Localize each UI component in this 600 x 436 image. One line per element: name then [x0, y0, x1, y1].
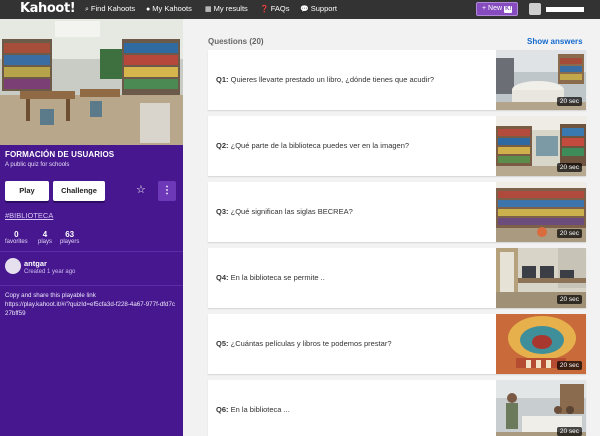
- kahoot-logo[interactable]: Kahoot!: [20, 1, 76, 16]
- kahoot-k-icon: K!: [504, 6, 513, 13]
- nav-my-results[interactable]: ▦ My results: [205, 4, 248, 13]
- question-number: Q2:: [216, 141, 229, 150]
- quiz-title: FORMACIÓN DE USUARIOS: [5, 150, 115, 159]
- question-card[interactable]: Q2: ¿Qué parte de la biblioteca puedes v…: [208, 116, 586, 176]
- nav-support[interactable]: 💬 Support: [300, 4, 337, 13]
- question-text: Q5: ¿Cuántas películas y libros te podem…: [216, 339, 392, 348]
- nav-my-kahoots[interactable]: ● My Kahoots: [146, 4, 192, 13]
- stat-players: 63 players: [60, 230, 79, 245]
- divider: [0, 285, 183, 286]
- question-image: 20 sec: [496, 182, 586, 242]
- question-number: Q3:: [216, 207, 229, 216]
- username-redacted[interactable]: [546, 7, 584, 12]
- nav-faqs-label: FAQs: [270, 4, 290, 13]
- show-answers-button[interactable]: Show answers: [527, 37, 583, 46]
- new-kahoot-button[interactable]: + New K!: [476, 2, 518, 16]
- question-time: 20 sec: [556, 427, 582, 436]
- stat-plays-value: 4: [42, 230, 48, 239]
- user-avatar[interactable]: [529, 3, 541, 15]
- question-card[interactable]: Q3: ¿Qué significan las siglas BECREA? 2…: [208, 182, 586, 242]
- share-label: Copy and share this playable link: [5, 292, 96, 299]
- top-navbar: Kahoot! ⌕ Find Kahoots ● My Kahoots ▦ My re…: [0, 0, 600, 19]
- question-time: 20 sec: [556, 361, 582, 370]
- question-label: En la biblioteca ...: [230, 405, 290, 414]
- questions-count-label: Questions (20): [208, 37, 264, 46]
- chart-icon: ▦: [205, 6, 212, 13]
- divider: [0, 251, 183, 252]
- question-card[interactable]: Q4: En la biblioteca se permite .. 20 se…: [208, 248, 586, 308]
- question-label: ¿Qué parte de la biblioteca puedes ver e…: [230, 141, 410, 150]
- question-label: ¿Qué significan las siglas BECREA?: [230, 207, 353, 216]
- question-icon: ❓: [260, 6, 269, 13]
- stat-plays-label: plays: [38, 239, 53, 245]
- question-text: Q6: En la biblioteca ...: [216, 405, 290, 414]
- cover-image: [0, 19, 183, 145]
- question-label: ¿Cuántas películas y libros te podemos p…: [230, 339, 392, 348]
- tag-link[interactable]: #BIBLIOTECA: [5, 211, 53, 220]
- stat-players-value: 63: [65, 230, 75, 239]
- quiz-subtitle: A public quiz for schools: [5, 162, 70, 168]
- new-button-label: New: [488, 5, 503, 12]
- favorite-star-icon[interactable]: ☆: [136, 183, 146, 196]
- stat-players-label: players: [60, 239, 80, 245]
- question-number: Q5:: [216, 339, 229, 348]
- more-options-button[interactable]: ⋮: [158, 181, 176, 201]
- question-card[interactable]: Q1: Quieres llevarte prestado un libro, …: [208, 50, 586, 110]
- question-image: 20 sec: [496, 116, 586, 176]
- author-avatar[interactable]: [5, 258, 21, 274]
- question-label: Quieres llevarte prestado un libro, ¿dón…: [230, 75, 435, 84]
- question-card[interactable]: Q6: En la biblioteca ... 20 sec: [208, 380, 586, 436]
- share-link[interactable]: https://play.kahoot.it/#/?quizId=ef5cfa3…: [5, 301, 175, 318]
- question-time: 20 sec: [556, 229, 582, 238]
- question-image: 20 sec: [496, 380, 586, 436]
- question-time: 20 sec: [556, 295, 582, 304]
- question-time: 20 sec: [556, 163, 582, 172]
- nav-my-kahoots-label: My Kahoots: [152, 4, 192, 13]
- play-button[interactable]: Play: [5, 181, 49, 201]
- nav-support-label: Support: [310, 4, 337, 13]
- nav-my-results-label: My results: [213, 4, 248, 13]
- question-number: Q4:: [216, 273, 229, 282]
- question-number: Q1:: [216, 75, 229, 84]
- question-text: Q3: ¿Qué significan las siglas BECREA?: [216, 207, 353, 216]
- nav-find-kahoots[interactable]: ⌕ Find Kahoots: [85, 4, 135, 14]
- question-time: 20 sec: [556, 97, 582, 106]
- nav-faqs[interactable]: ❓ FAQs: [260, 4, 289, 13]
- question-card[interactable]: Q5: ¿Cuántas películas y libros te podem…: [208, 314, 586, 374]
- chat-icon: 💬: [300, 6, 309, 13]
- stat-favorites-value: 0: [14, 230, 19, 239]
- question-text: Q2: ¿Qué parte de la biblioteca puedes v…: [216, 141, 409, 150]
- question-image: 20 sec: [496, 248, 586, 308]
- question-image: 20 sec: [496, 50, 586, 110]
- question-label: En la biblioteca se permite ..: [230, 273, 325, 282]
- stat-favorites-label: favorites: [5, 239, 28, 245]
- quiz-sidebar: FORMACIÓN DE USUARIOS A public quiz for …: [0, 19, 183, 436]
- author-created: Created 1 year ago: [24, 269, 76, 275]
- question-image: 20 sec: [496, 314, 586, 374]
- search-icon: ⌕: [85, 6, 89, 13]
- author-name[interactable]: antgar: [24, 259, 47, 268]
- question-text: Q4: En la biblioteca se permite ..: [216, 273, 325, 282]
- question-number: Q6:: [216, 405, 229, 414]
- nav-find-kahoots-label: Find Kahoots: [90, 4, 136, 13]
- question-text: Q1: Quieres llevarte prestado un libro, …: [216, 75, 434, 84]
- stat-favorites: 0 favorites: [5, 230, 28, 245]
- challenge-button[interactable]: Challenge: [53, 181, 105, 201]
- stat-plays: 4 plays: [38, 230, 52, 245]
- user-icon: ●: [146, 6, 151, 13]
